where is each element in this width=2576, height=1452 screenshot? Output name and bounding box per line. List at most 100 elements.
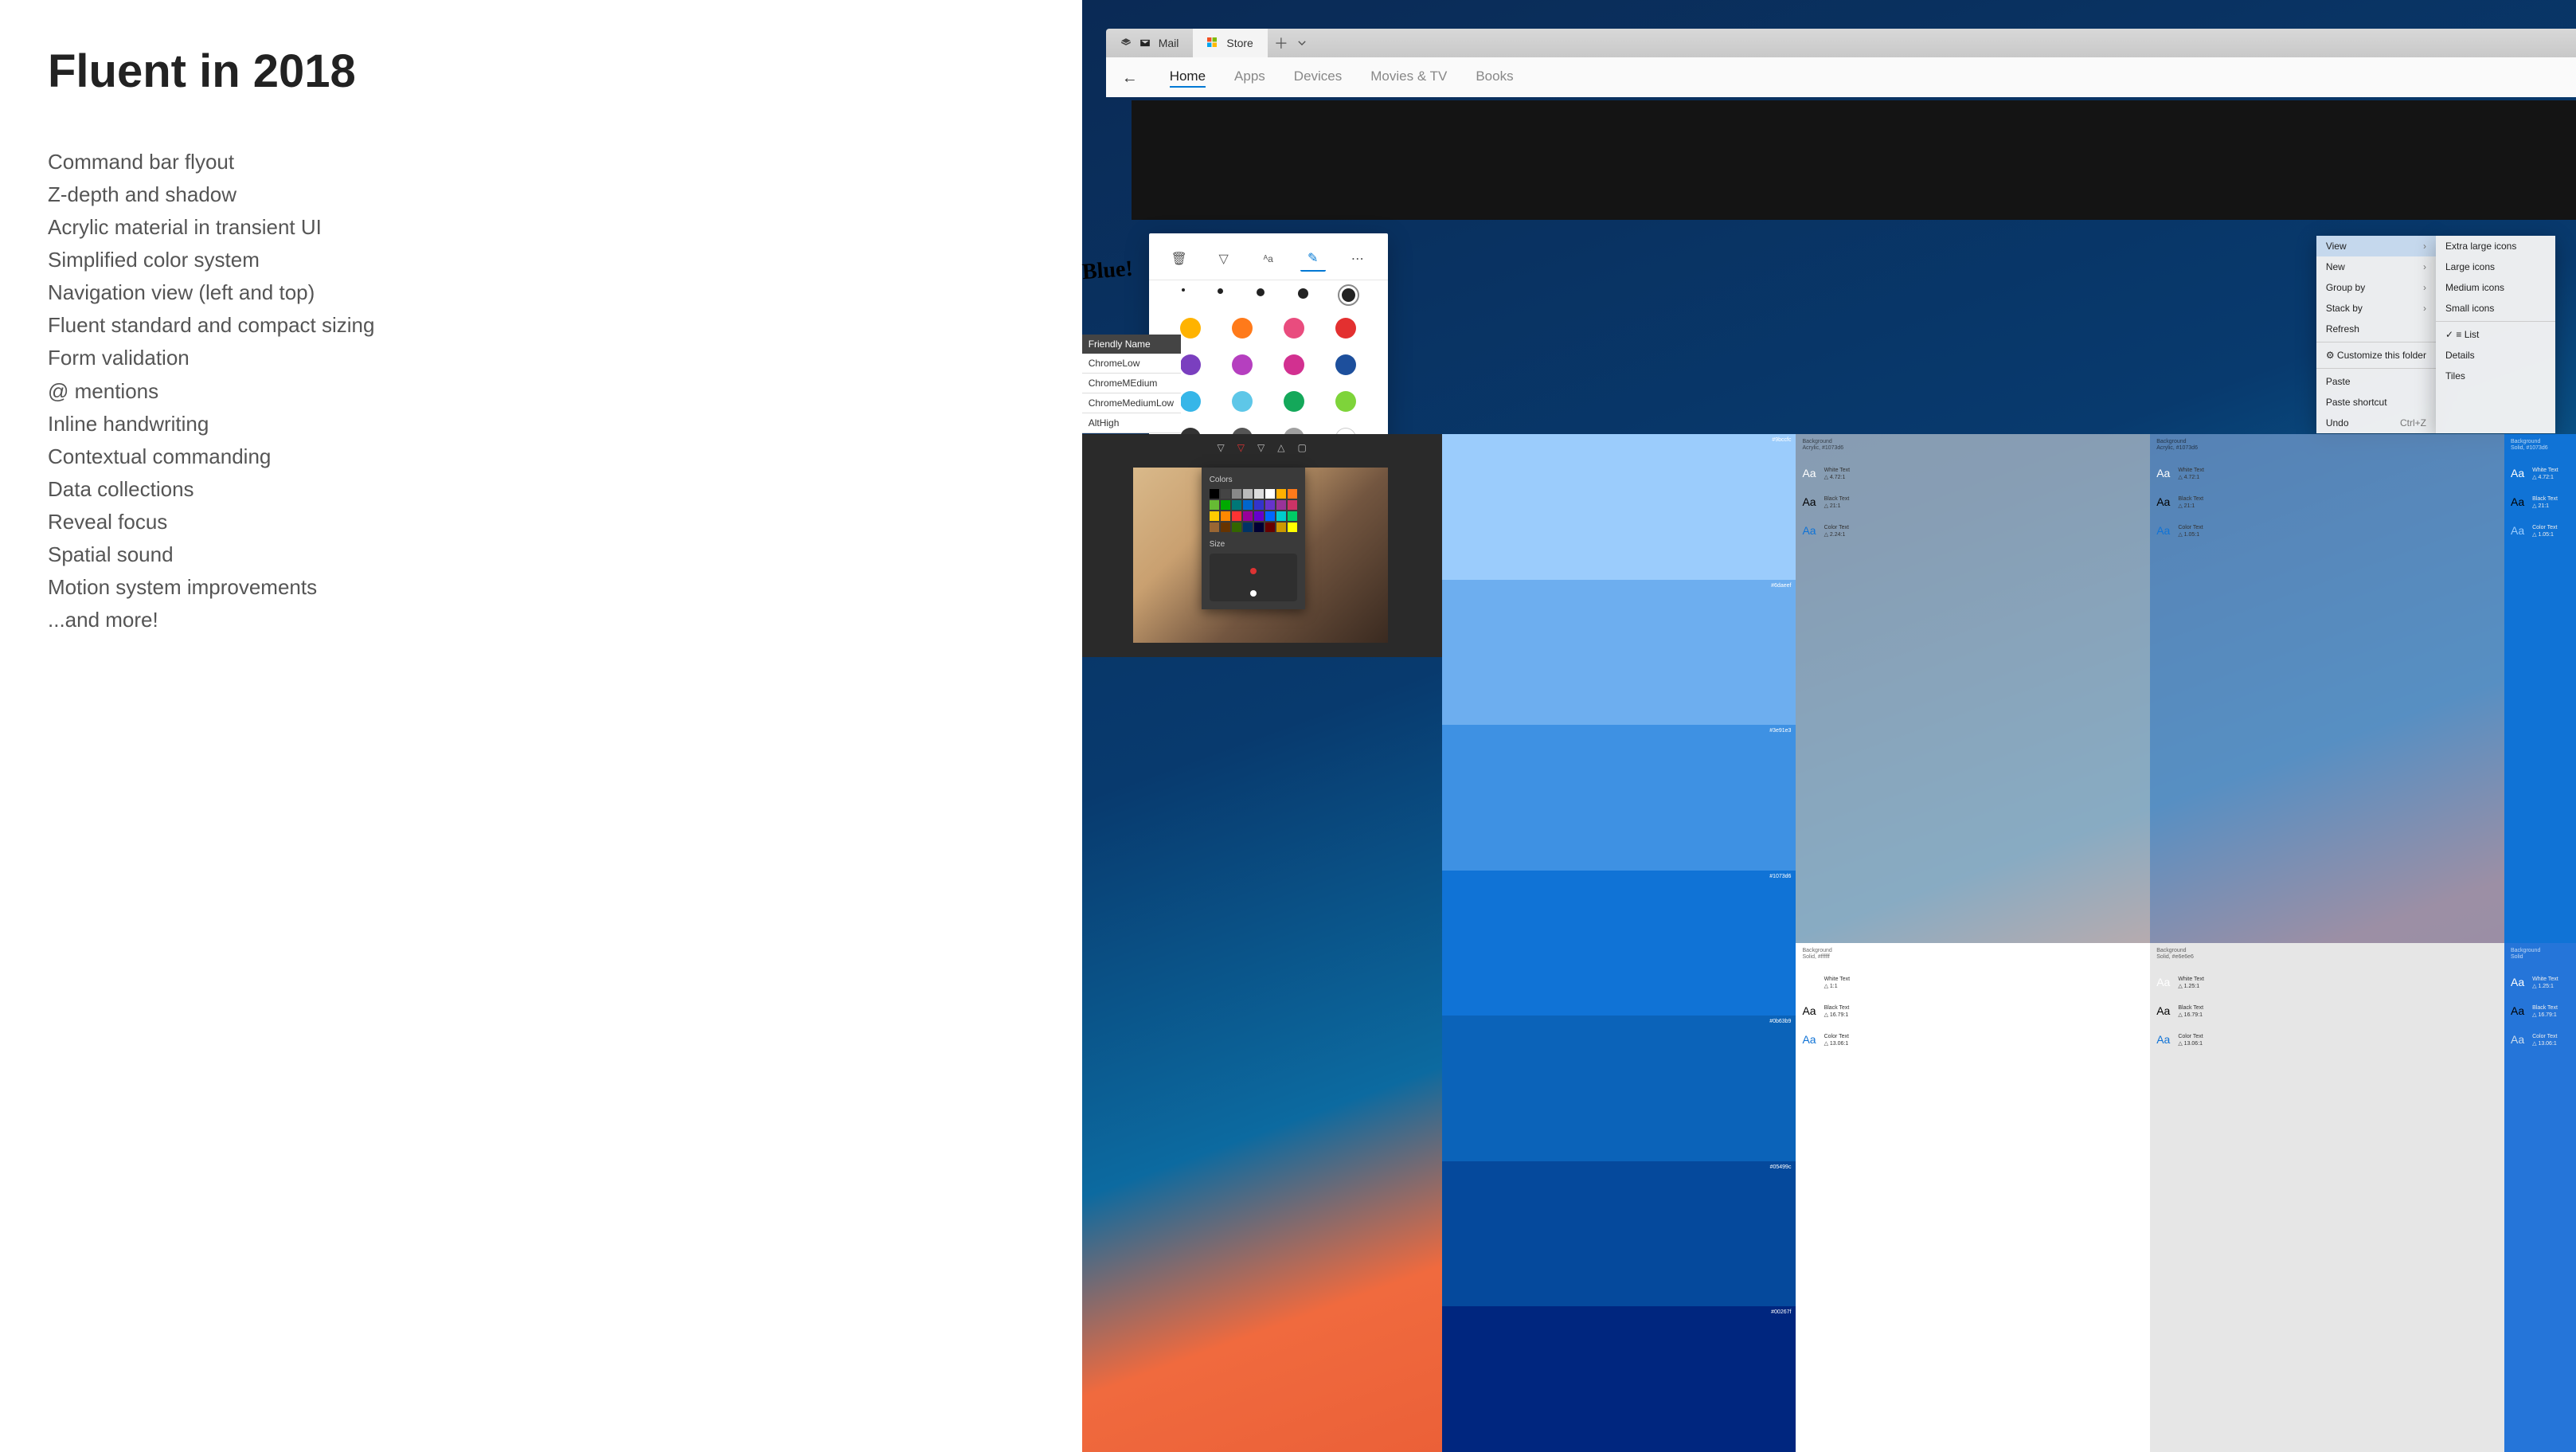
command-bar-flyout: 🗑 ▽ ᴬa ✎ ⋯	[1149, 233, 1388, 468]
new-tab-button[interactable]: ＋	[1274, 33, 1288, 53]
back-button[interactable]: ←	[1122, 69, 1138, 88]
menu-item-large-icons[interactable]: Large icons	[2436, 256, 2555, 277]
menu-item-paste[interactable]: Paste	[2316, 371, 2436, 392]
marker-icon[interactable]: ▽	[1214, 440, 1228, 455]
grid-color[interactable]	[1288, 522, 1297, 532]
grid-color[interactable]	[1276, 489, 1286, 499]
menu-item-group-by[interactable]: Group by›	[2316, 277, 2436, 298]
color-swatch[interactable]	[1335, 391, 1356, 412]
grid-color[interactable]	[1288, 511, 1297, 521]
grid-color[interactable]	[1232, 511, 1241, 521]
nav-item-books[interactable]: Books	[1476, 68, 1513, 88]
grid-color[interactable]	[1288, 500, 1297, 510]
grid-color[interactable]	[1210, 500, 1219, 510]
color-swatch[interactable]	[1284, 318, 1304, 339]
grid-color[interactable]	[1232, 489, 1241, 499]
marker2-icon[interactable]: ▽	[1234, 440, 1248, 455]
list-item[interactable]: ChromeLow	[1082, 354, 1181, 374]
nav-item-movies-tv[interactable]: Movies & TV	[1370, 68, 1447, 88]
text-color-icon[interactable]: ᴬa	[1256, 246, 1281, 272]
menu-item-undo[interactable]: UndoCtrl+Z	[2316, 413, 2436, 433]
menu-item-medium-icons[interactable]: Medium icons	[2436, 277, 2555, 298]
tabs-dropdown-icon[interactable]	[1296, 37, 1308, 49]
grid-color[interactable]	[1265, 489, 1275, 499]
color-grid	[1210, 489, 1297, 532]
nav-item-home[interactable]: Home	[1170, 68, 1206, 88]
grid-color[interactable]	[1221, 500, 1230, 510]
grid-color[interactable]	[1276, 511, 1286, 521]
feature-item: Fluent standard and compact sizing	[48, 309, 1034, 342]
brush-size-17[interactable]	[1342, 288, 1355, 302]
grid-color[interactable]	[1232, 522, 1241, 532]
delete-icon[interactable]: 🗑	[1167, 246, 1192, 272]
color-swatch[interactable]	[1180, 318, 1201, 339]
grid-color[interactable]	[1243, 511, 1253, 521]
ink-pen-icon[interactable]: ✎	[1300, 246, 1326, 272]
grid-color[interactable]	[1210, 522, 1219, 532]
list-item[interactable]: AltHigh	[1082, 413, 1181, 433]
brush-size-13[interactable]	[1298, 288, 1308, 299]
brush-size-10[interactable]	[1257, 288, 1265, 296]
list-item[interactable]: ChromeMEdium	[1082, 374, 1181, 393]
menu-item-extra-large-icons[interactable]: Extra large icons	[2436, 236, 2555, 256]
nav-item-devices[interactable]: Devices	[1294, 68, 1342, 88]
color-swatch[interactable]	[1232, 391, 1253, 412]
grid-color[interactable]	[1243, 500, 1253, 510]
photo-canvas[interactable]: Colors Size	[1133, 468, 1388, 643]
grid-color[interactable]	[1265, 522, 1275, 532]
grid-color[interactable]	[1288, 489, 1297, 499]
menu-item-tiles[interactable]: Tiles	[2436, 366, 2555, 386]
more-icon[interactable]: ⋯	[1345, 246, 1370, 272]
highlighter-icon[interactable]: ▽	[1211, 246, 1237, 272]
grid-color[interactable]	[1254, 511, 1264, 521]
menu-item-view[interactable]: View›	[2316, 236, 2436, 256]
mail-icon	[1139, 37, 1151, 49]
grid-color[interactable]	[1221, 511, 1230, 521]
color-swatch[interactable]	[1180, 391, 1201, 412]
nav-item-apps[interactable]: Apps	[1234, 68, 1265, 88]
color-swatch[interactable]	[1284, 354, 1304, 375]
context-menu-submenu: Extra large iconsLarge iconsMedium icons…	[2436, 236, 2555, 433]
color-swatch[interactable]	[1284, 391, 1304, 412]
grid-color[interactable]	[1210, 511, 1219, 521]
theme-cell: BackgroundSolid, #ffffffAaWhite Text△ 1:…	[1796, 943, 2150, 1452]
grid-color[interactable]	[1265, 500, 1275, 510]
menu-item-details[interactable]: Details	[2436, 345, 2555, 366]
menu-item-small-icons[interactable]: Small icons	[2436, 298, 2555, 319]
grid-color[interactable]	[1276, 522, 1286, 532]
menu-separator	[2436, 321, 2555, 322]
marker3-icon[interactable]: ▽	[1254, 440, 1268, 455]
tab-store[interactable]: Store	[1193, 29, 1267, 57]
menu-item-new[interactable]: New›	[2316, 256, 2436, 277]
size-thumb[interactable]	[1250, 590, 1257, 597]
menu-item-stack-by[interactable]: Stack by›	[2316, 298, 2436, 319]
menu-item-list[interactable]: ✓ ≡ List	[2436, 324, 2555, 345]
tab-mail[interactable]: Mail	[1106, 29, 1194, 57]
grid-color[interactable]	[1276, 500, 1286, 510]
grid-color[interactable]	[1243, 522, 1253, 532]
color-swatch[interactable]	[1180, 354, 1201, 375]
grid-color[interactable]	[1243, 489, 1253, 499]
grid-color[interactable]	[1254, 522, 1264, 532]
crop-icon[interactable]: ▢	[1294, 440, 1309, 455]
grid-color[interactable]	[1221, 522, 1230, 532]
grid-color[interactable]	[1254, 500, 1264, 510]
grid-color[interactable]	[1221, 489, 1230, 499]
menu-item-refresh[interactable]: Refresh	[2316, 319, 2436, 339]
grid-color[interactable]	[1210, 489, 1219, 499]
grid-color[interactable]	[1254, 489, 1264, 499]
eraser-icon[interactable]: △	[1274, 440, 1288, 455]
grid-color[interactable]	[1232, 500, 1241, 510]
menu-item-customize-this-folder[interactable]: ⚙ Customize this folder	[2316, 345, 2436, 366]
menu-item-paste-shortcut[interactable]: Paste shortcut	[2316, 392, 2436, 413]
color-swatch[interactable]	[1232, 354, 1253, 375]
brush-size-4[interactable]	[1182, 288, 1185, 292]
brush-size-7[interactable]	[1218, 288, 1223, 294]
grid-color[interactable]	[1265, 511, 1275, 521]
color-swatch[interactable]	[1335, 318, 1356, 339]
color-swatch[interactable]	[1335, 354, 1356, 375]
size-slider[interactable]	[1210, 554, 1297, 601]
color-swatch[interactable]	[1232, 318, 1253, 339]
size-label: Size	[1210, 540, 1297, 549]
list-item[interactable]: ChromeMediumLow	[1082, 393, 1181, 413]
